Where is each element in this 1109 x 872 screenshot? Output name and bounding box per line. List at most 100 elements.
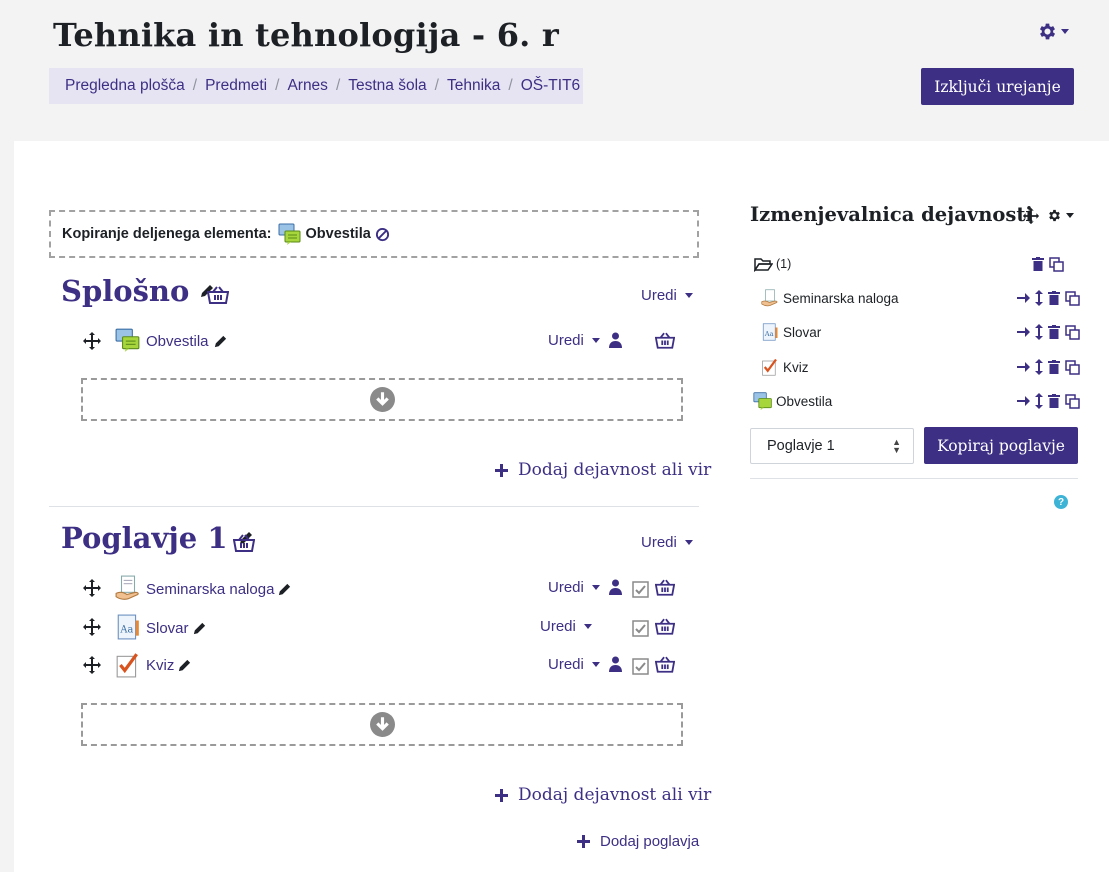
move-vertical-icon[interactable] bbox=[1035, 290, 1043, 306]
activity-link-kviz[interactable]: Kviz bbox=[146, 657, 174, 674]
activity-edit-menu[interactable]: Uredi bbox=[540, 618, 592, 635]
trash-icon[interactable] bbox=[1032, 257, 1044, 271]
cancel-copy-icon[interactable] bbox=[375, 227, 390, 242]
trash-icon[interactable] bbox=[1048, 325, 1060, 339]
breadcrumb-item-course[interactable]: OŠ-TIT6 bbox=[521, 77, 580, 95]
copy-icon[interactable] bbox=[1065, 324, 1080, 340]
chevron-down-icon bbox=[684, 540, 693, 545]
trash-icon[interactable] bbox=[1048, 360, 1060, 374]
svg-text:Aa: Aa bbox=[119, 624, 133, 635]
copy-icon[interactable] bbox=[1065, 393, 1080, 409]
chevron-down-icon bbox=[1066, 213, 1074, 218]
glossary-icon: Aa bbox=[761, 323, 779, 341]
activity-edit-menu[interactable]: Uredi bbox=[548, 332, 600, 349]
arrow-right-icon[interactable] bbox=[1017, 361, 1030, 373]
breadcrumb-item-arnes[interactable]: Arnes bbox=[287, 77, 328, 95]
section-title-text[interactable]: Splošno bbox=[61, 274, 189, 308]
section-edit-menu[interactable]: Uredi bbox=[641, 534, 693, 551]
basket-icon[interactable] bbox=[655, 618, 675, 635]
section-select-value: Poglavje 1 bbox=[767, 438, 835, 454]
basket-icon[interactable] bbox=[207, 286, 229, 304]
trash-icon[interactable] bbox=[1048, 394, 1060, 408]
copy-section-button[interactable]: Kopiraj poglavje bbox=[924, 427, 1078, 464]
copy-icon[interactable] bbox=[1065, 290, 1080, 306]
basket-icon[interactable] bbox=[655, 332, 675, 349]
activity-edit-menu[interactable]: Uredi bbox=[548, 579, 600, 596]
activity-link-slovar[interactable]: Slovar bbox=[146, 620, 189, 637]
forum-icon bbox=[278, 222, 302, 246]
trash-icon[interactable] bbox=[1048, 291, 1060, 305]
cart-item-name: Kviz bbox=[783, 359, 809, 375]
chevron-down-icon bbox=[591, 338, 600, 343]
arrow-right-icon[interactable] bbox=[1017, 326, 1030, 338]
block-settings-menu[interactable] bbox=[1047, 208, 1074, 223]
move-icon[interactable] bbox=[82, 655, 102, 675]
quiz-icon bbox=[761, 358, 779, 376]
svg-text:Aa: Aa bbox=[764, 330, 774, 338]
basket-icon[interactable] bbox=[233, 534, 255, 552]
copy-icon[interactable] bbox=[1065, 359, 1080, 375]
section-select[interactable]: Poglavje 1 ▲ ▼ bbox=[750, 428, 914, 464]
user-icon[interactable] bbox=[609, 656, 622, 672]
section-divider bbox=[49, 506, 699, 507]
copy-notice: Kopiranje deljenega elementa: Obvestila bbox=[49, 210, 699, 258]
completion-checkbox-icon[interactable] bbox=[632, 620, 649, 637]
assignment-icon bbox=[115, 575, 141, 601]
add-activity-button[interactable]: Dodaj dejavnost ali vir bbox=[495, 460, 711, 480]
arrow-right-icon[interactable] bbox=[1017, 395, 1030, 407]
folder-label: (1) bbox=[776, 257, 792, 271]
user-icon[interactable] bbox=[609, 332, 622, 348]
breadcrumb-item-courses[interactable]: Predmeti bbox=[205, 77, 267, 95]
drop-zone[interactable] bbox=[81, 703, 683, 746]
cart-item-name: Seminarska naloga bbox=[783, 290, 899, 306]
select-arrows-icon: ▲ ▼ bbox=[892, 437, 901, 455]
forum-icon bbox=[115, 327, 141, 353]
pencil-icon[interactable] bbox=[192, 621, 207, 636]
completion-checkbox-icon[interactable] bbox=[632, 581, 649, 598]
activity-edit-menu[interactable]: Uredi bbox=[548, 656, 600, 673]
pencil-icon[interactable] bbox=[277, 582, 292, 597]
add-activity-button[interactable]: Dodaj dejavnost ali vir bbox=[495, 785, 711, 805]
copy-notice-label: Kopiranje deljenega elementa: bbox=[62, 226, 272, 242]
add-section-button[interactable]: Dodaj poglavja bbox=[577, 833, 699, 850]
help-icon[interactable]: ? bbox=[1054, 495, 1068, 509]
forum-icon bbox=[753, 391, 773, 411]
move-vertical-icon[interactable] bbox=[1035, 393, 1043, 409]
completion-checkbox-icon[interactable] bbox=[632, 658, 649, 675]
move-vertical-icon[interactable] bbox=[1035, 324, 1043, 340]
move-icon[interactable] bbox=[1022, 207, 1040, 225]
chevron-down-icon bbox=[591, 585, 600, 590]
section-edit-menu[interactable]: Uredi bbox=[641, 287, 693, 304]
pencil-icon[interactable] bbox=[177, 658, 192, 673]
breadcrumb-item-dashboard[interactable]: Pregledna plošča bbox=[65, 77, 185, 95]
section-title-chapter-1: Poglavje 1 bbox=[61, 521, 254, 555]
drop-zone[interactable] bbox=[81, 378, 683, 421]
activity-link-obvestila[interactable]: Obvestila bbox=[146, 333, 209, 350]
cart-item: Obvestila bbox=[750, 386, 1080, 416]
move-icon[interactable] bbox=[82, 578, 102, 598]
activity-link-seminarska-naloga[interactable]: Seminarska naloga bbox=[146, 581, 274, 598]
course-settings-menu[interactable] bbox=[1037, 21, 1069, 42]
plus-icon bbox=[495, 788, 508, 802]
basket-icon[interactable] bbox=[655, 579, 675, 596]
section-title-text[interactable]: Poglavje 1 bbox=[61, 521, 228, 555]
breadcrumb-item-category[interactable]: Tehnika bbox=[447, 77, 500, 95]
move-icon[interactable] bbox=[82, 331, 102, 351]
quiz-icon bbox=[115, 652, 141, 678]
cart-item-name: Obvestila bbox=[776, 393, 833, 409]
chevron-down-icon bbox=[1061, 29, 1069, 34]
arrow-right-icon[interactable] bbox=[1017, 292, 1030, 304]
breadcrumb-item-school[interactable]: Testna šola bbox=[348, 77, 426, 95]
edit-mode-toggle-button[interactable]: Izključi urejanje bbox=[921, 68, 1074, 105]
pencil-icon[interactable] bbox=[213, 334, 228, 349]
copy-icon[interactable] bbox=[1049, 256, 1064, 272]
basket-icon[interactable] bbox=[655, 656, 675, 673]
cart-item: Seminarska naloga bbox=[750, 283, 1080, 313]
move-vertical-icon[interactable] bbox=[1035, 359, 1043, 375]
block-divider bbox=[750, 478, 1078, 479]
cart-item-name: Slovar bbox=[783, 324, 822, 340]
folder-open-icon[interactable] bbox=[754, 257, 773, 272]
user-icon[interactable] bbox=[609, 579, 622, 595]
move-icon[interactable] bbox=[82, 617, 102, 637]
arrow-down-circle-icon bbox=[369, 712, 395, 737]
